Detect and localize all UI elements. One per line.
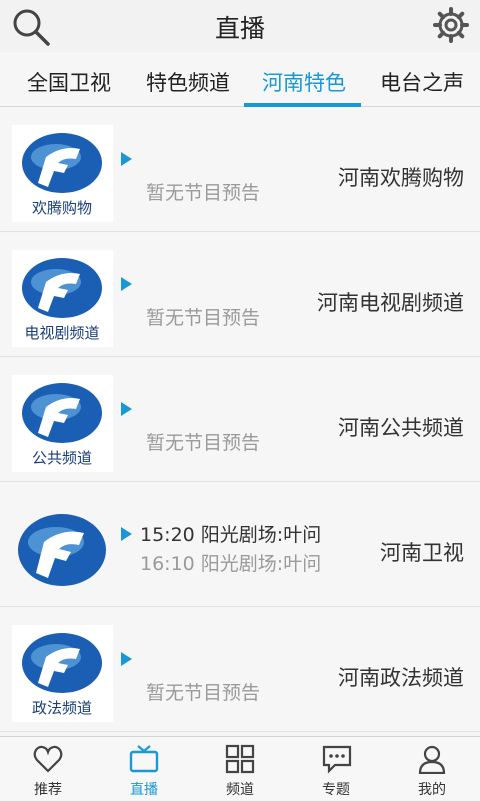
channel-name: 河南电视剧频道 xyxy=(317,287,464,317)
category-tabs: 全国卫视 特色频道 河南特色 电台之声 xyxy=(0,52,480,107)
logo-text: 电视剧频道 xyxy=(24,324,99,342)
channel-row[interactable]: 欢腾购物 暂无节目预告 河南欢腾购物 xyxy=(0,108,480,232)
channel-row[interactable]: 政法频道 暂无节目预告 河南政法频道 xyxy=(0,608,480,732)
channel-logo-icon xyxy=(12,500,113,597)
program-info: 暂无节目预告 xyxy=(146,428,260,455)
user-icon xyxy=(417,744,447,774)
play-arrow-icon xyxy=(121,152,132,166)
bottom-navigation: 推荐 直播 频道 专题 我的 xyxy=(0,736,480,800)
grid-icon xyxy=(225,744,255,774)
nav-label: 推荐 xyxy=(0,779,96,799)
program-info: 暂无节目预告 xyxy=(146,678,260,705)
channel-row[interactable]: 电视剧频道 暂无节目预告 河南电视剧频道 xyxy=(0,233,480,357)
play-arrow-icon xyxy=(121,652,132,666)
page-title: 直播 xyxy=(0,9,480,45)
channel-logo-icon: 公共频道 xyxy=(12,375,113,472)
nav-live[interactable]: 直播 xyxy=(96,737,192,801)
tv-icon xyxy=(129,744,159,774)
nav-label: 我的 xyxy=(384,779,480,799)
channel-name: 河南政法频道 xyxy=(338,662,464,692)
nav-channels[interactable]: 频道 xyxy=(192,737,288,801)
channel-logo-icon: 欢腾购物 xyxy=(12,125,113,222)
tab-featured-channels[interactable]: 特色频道 xyxy=(146,67,230,97)
channel-logo-icon: 电视剧频道 xyxy=(12,250,113,347)
tab-henan-featured[interactable]: 河南特色 xyxy=(262,67,346,97)
channel-name: 河南公共频道 xyxy=(338,412,464,442)
chat-icon xyxy=(321,744,353,774)
top-bar: 直播 xyxy=(0,0,480,52)
program-info: 暂无节目预告 xyxy=(146,178,260,205)
logo-text: 政法频道 xyxy=(32,699,92,717)
channel-list: 欢腾购物 暂无节目预告 河南欢腾购物 电视剧频道 暂无节目预告 河南电视剧频道 … xyxy=(0,108,480,736)
tab-national-satellite[interactable]: 全国卫视 xyxy=(27,67,111,97)
channel-logo-icon: 政法频道 xyxy=(12,625,113,722)
nav-recommend[interactable]: 推荐 xyxy=(0,737,96,801)
play-arrow-icon xyxy=(121,277,132,291)
logo-text: 公共频道 xyxy=(32,449,92,467)
play-arrow-icon xyxy=(121,402,132,416)
nav-topics[interactable]: 专题 xyxy=(288,737,384,801)
next-program: 16:10 阳光剧场:叶问 xyxy=(140,549,321,576)
logo-text: 欢腾购物 xyxy=(32,199,92,217)
settings-gear-icon[interactable] xyxy=(432,6,470,44)
program-info: 暂无节目预告 xyxy=(146,303,260,330)
heart-icon xyxy=(33,744,63,774)
active-tab-indicator xyxy=(244,103,361,107)
play-arrow-icon xyxy=(121,527,132,541)
channel-name: 河南卫视 xyxy=(380,537,464,567)
nav-mine[interactable]: 我的 xyxy=(384,737,480,801)
nav-label: 直播 xyxy=(96,779,192,799)
tab-radio-voice[interactable]: 电台之声 xyxy=(380,67,464,97)
channel-name: 河南欢腾购物 xyxy=(338,162,464,192)
nav-label: 频道 xyxy=(192,779,288,799)
channel-row[interactable]: 15:20 阳光剧场:叶问 16:10 阳光剧场:叶问 河南卫视 xyxy=(0,483,480,607)
nav-label: 专题 xyxy=(288,779,384,799)
channel-row[interactable]: 公共频道 暂无节目预告 河南公共频道 xyxy=(0,358,480,482)
current-program: 15:20 阳光剧场:叶问 xyxy=(140,520,321,547)
